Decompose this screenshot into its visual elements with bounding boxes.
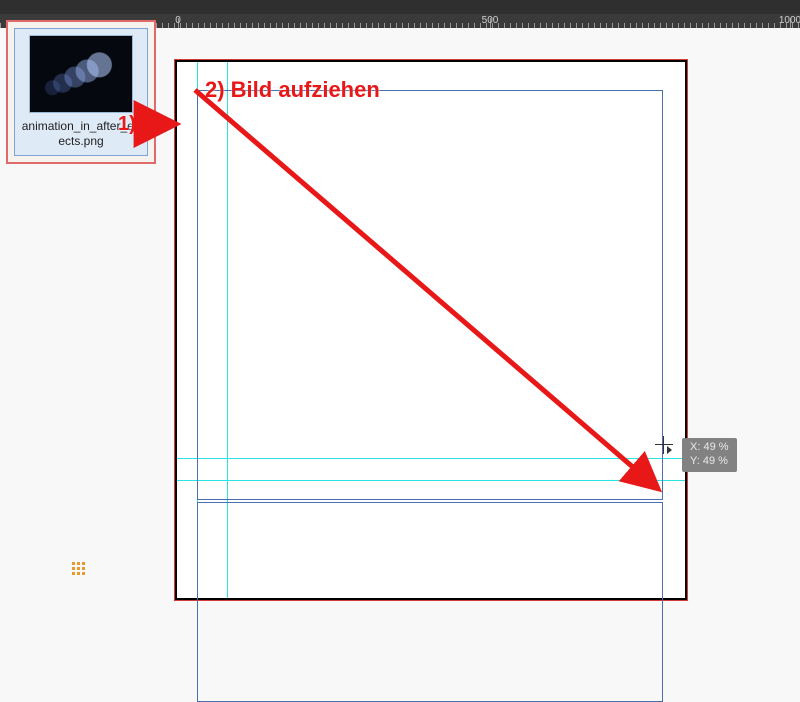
watermark-icon bbox=[72, 562, 86, 576]
cursor-y-readout: Y: 49 % bbox=[690, 455, 729, 469]
guide-horizontal[interactable] bbox=[177, 458, 685, 459]
ruler-label: 1000 bbox=[779, 15, 800, 26]
asset-item[interactable]: animation_in_after_effects.png bbox=[14, 28, 148, 156]
ruler-label: 500 bbox=[482, 15, 499, 26]
guide-vertical[interactable] bbox=[227, 62, 228, 598]
ruler-label: 0 bbox=[175, 15, 181, 26]
image-frame[interactable] bbox=[197, 502, 663, 702]
place-cursor-icon bbox=[655, 436, 673, 454]
guide-horizontal[interactable] bbox=[177, 480, 685, 481]
bleed-outline bbox=[174, 59, 688, 601]
annotation-step1: 1) bbox=[118, 113, 136, 136]
asset-panel: animation_in_after_effects.png bbox=[6, 20, 156, 164]
asset-thumbnail[interactable] bbox=[29, 35, 133, 113]
cursor-x-readout: X: 49 % bbox=[690, 441, 729, 455]
annotation-step2: 2) Bild aufziehen bbox=[205, 77, 380, 103]
cursor-xy-tooltip: X: 49 % Y: 49 % bbox=[682, 438, 737, 472]
guide-vertical[interactable] bbox=[197, 62, 198, 598]
image-frame[interactable] bbox=[197, 90, 663, 500]
document-page[interactable] bbox=[175, 60, 687, 600]
